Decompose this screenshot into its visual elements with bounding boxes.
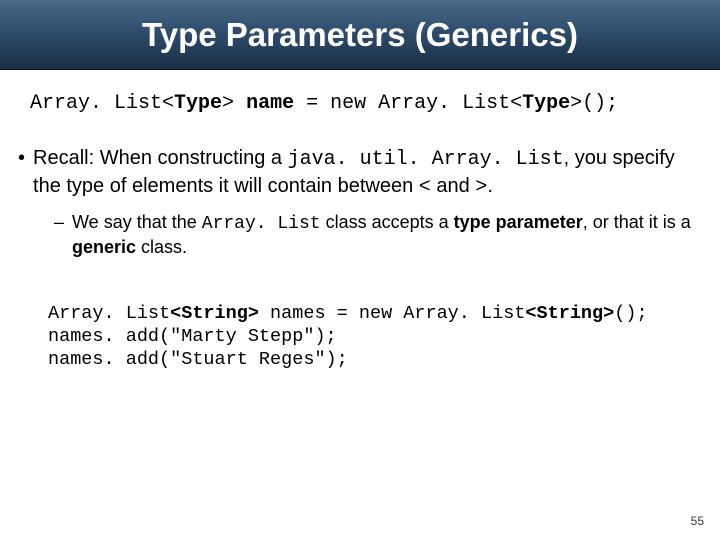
syntax-part: Array. List<	[30, 92, 174, 115]
syntax-part: >	[222, 92, 246, 115]
text-run: and	[431, 175, 475, 197]
inline-code: java. util. Array. List	[288, 148, 564, 171]
syntax-part: >();	[570, 92, 618, 115]
text-run: class.	[136, 237, 187, 257]
page-number: 55	[691, 514, 704, 528]
text-run: .	[487, 175, 493, 197]
slide-title: Type Parameters (Generics)	[142, 16, 578, 54]
syntax-name: name	[246, 92, 294, 115]
syntax-part: = new Array. List<	[294, 92, 522, 115]
term-generic: generic	[72, 237, 136, 257]
sub-bullet-item: – We say that the Array. List class acce…	[54, 211, 702, 260]
syntax-type-param: Type	[174, 92, 222, 115]
inline-code: Array. List	[202, 214, 321, 234]
code-token: names = new Array. List	[259, 303, 525, 324]
bullet-marker: •	[18, 145, 25, 171]
inline-code: <	[419, 176, 431, 199]
title-bar: Type Parameters (Generics)	[0, 0, 720, 70]
sub-bullet-marker: –	[54, 211, 64, 234]
inline-code: >	[475, 176, 487, 199]
code-line: names. add("Marty Stepp");	[48, 326, 337, 347]
bullet-text: Recall: When constructing a java. util. …	[33, 145, 702, 201]
code-token-bold: <String>	[525, 303, 614, 324]
bullet-section: • Recall: When constructing a java. util…	[18, 145, 702, 260]
bullet-item: • Recall: When constructing a java. util…	[18, 145, 702, 201]
code-example: Array. List<String> names = new Array. L…	[48, 302, 672, 371]
text-run: We say that the	[72, 212, 202, 232]
code-line: names. add("Stuart Reges");	[48, 349, 348, 370]
code-token-bold: <String>	[170, 303, 259, 324]
text-run: , or that it is a	[583, 212, 691, 232]
term-type-parameter: type parameter	[454, 212, 583, 232]
text-run: class accepts a	[321, 212, 454, 232]
sub-bullet-text: We say that the Array. List class accept…	[72, 211, 702, 260]
code-token: Array. List	[48, 303, 170, 324]
code-line: Array. List<String> names = new Array. L…	[48, 303, 648, 324]
syntax-type-param: Type	[522, 92, 570, 115]
text-run: Recall: When constructing a	[33, 147, 288, 169]
syntax-declaration: Array. List<Type> name = new Array. List…	[30, 92, 690, 115]
code-token: ();	[614, 303, 647, 324]
